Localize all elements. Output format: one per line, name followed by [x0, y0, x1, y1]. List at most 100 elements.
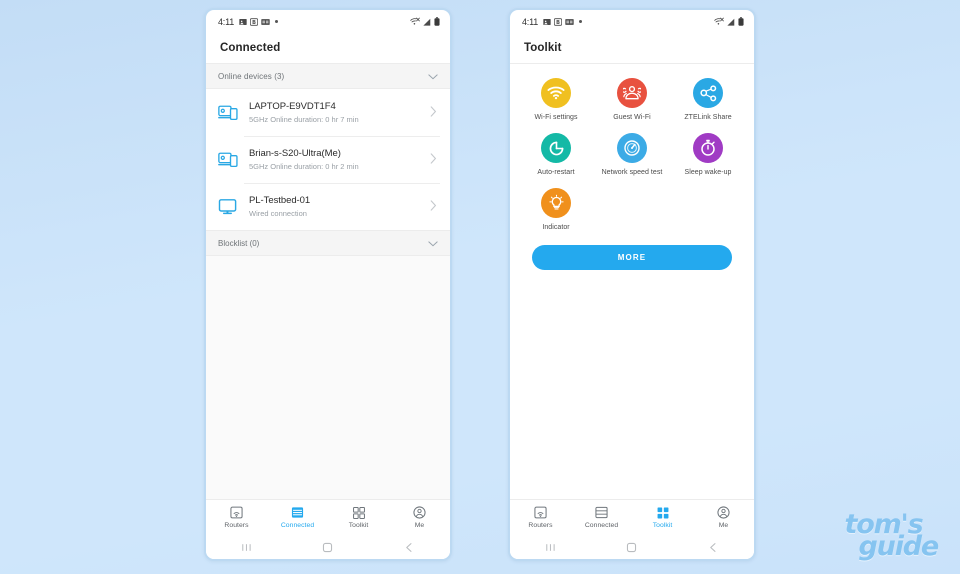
tab-toolkit[interactable]: Toolkit	[632, 506, 693, 529]
grid-icon	[352, 506, 365, 519]
tool-guest-wifi[interactable]: Guest Wi-Fi	[594, 78, 670, 121]
more-dot-icon	[275, 20, 279, 23]
tool-label: Indicator	[542, 224, 570, 231]
phone-connected-screen: 4:11 B Connected Online devices (3) LAPT…	[204, 8, 452, 561]
signal-icon	[423, 18, 431, 26]
tab-me[interactable]: Me	[389, 506, 450, 529]
share-nodes-icon	[693, 78, 723, 108]
device-info: PL-Testbed-01 Wired connection	[249, 194, 426, 220]
b-badge-icon: B	[249, 17, 259, 26]
image-icon	[543, 18, 551, 26]
status-bar-left-icons: B	[239, 17, 279, 26]
tab-connected-label: Connected	[584, 522, 619, 529]
device-name: LAPTOP-E9VDT1F4	[249, 100, 336, 112]
tab-toolkit-label: Toolkit	[652, 522, 673, 529]
status-bar-time: 4:11	[218, 16, 235, 27]
status-bar: 4:11 B	[206, 10, 450, 33]
device-name: PL-Testbed-01	[249, 194, 311, 206]
connected-screen-body: Online devices (3) LAPTOP-E9VDT1F4 5GHz …	[206, 63, 450, 499]
chevron-right-icon[interactable]	[430, 198, 440, 216]
back-icon[interactable]	[369, 542, 450, 553]
list-icon	[291, 506, 304, 519]
tab-connected[interactable]: Connected	[571, 506, 632, 529]
chevron-down-icon[interactable]	[428, 67, 438, 85]
svg-text:B: B	[252, 20, 256, 26]
tool-label: Wi-Fi settings	[534, 114, 578, 121]
toolkit-grid: Wi-Fi settings Guest Wi-Fi ZTELink Share…	[510, 64, 754, 231]
page-title: Connected	[220, 42, 281, 54]
empty-area	[206, 256, 450, 499]
tool-label: Auto-restart	[537, 169, 575, 176]
tool-label: Guest Wi-Fi	[613, 114, 651, 121]
blocklist-label: Blocklist (0)	[218, 238, 260, 248]
tab-routers-label: Routers	[224, 522, 249, 529]
table-row[interactable]: LAPTOP-E9VDT1F4 5GHz Online duration: 0 …	[206, 89, 450, 136]
recents-icon[interactable]	[510, 542, 591, 553]
tool-label: Network speed test	[601, 169, 663, 176]
signal-icon	[727, 18, 735, 26]
tab-me-label: Me	[414, 522, 425, 529]
battery-icon	[738, 17, 744, 26]
chevron-right-icon[interactable]	[430, 104, 440, 122]
table-row[interactable]: PL-Testbed-01 Wired connection	[206, 183, 450, 230]
app-bar: Toolkit	[510, 33, 754, 63]
wifi-icon	[541, 78, 571, 108]
tool-network-speed-test[interactable]: Network speed test	[594, 133, 670, 176]
app-bar: Connected	[206, 33, 450, 63]
router-icon	[534, 506, 547, 519]
cc-badge-icon	[565, 18, 574, 26]
monitor-icon	[218, 198, 240, 215]
chevron-right-icon[interactable]	[430, 151, 440, 169]
more-button[interactable]: MORE	[532, 245, 732, 270]
laptop-phone-icon	[218, 104, 240, 121]
tool-ztelink-share[interactable]: ZTELink Share	[670, 78, 746, 121]
guest-users-icon	[617, 78, 647, 108]
lightbulb-icon	[541, 188, 571, 218]
bottom-tab-bar: Routers Connected Toolkit Me	[206, 499, 450, 535]
tab-routers-label: Routers	[528, 522, 553, 529]
status-bar-left-icons: B	[543, 17, 583, 26]
account-icon	[717, 506, 730, 519]
tab-me[interactable]: Me	[693, 506, 754, 529]
tool-wifi-settings[interactable]: Wi-Fi settings	[518, 78, 594, 121]
device-detail: 5GHz Online duration: 0 hr 7 min	[249, 114, 359, 124]
bottom-tab-bar: Routers Connected Toolkit Me	[510, 499, 754, 535]
grid-icon	[657, 506, 669, 519]
back-icon[interactable]	[673, 542, 754, 553]
tab-connected[interactable]: Connected	[267, 506, 328, 529]
account-icon	[413, 506, 426, 519]
online-devices-section-header[interactable]: Online devices (3)	[206, 63, 450, 89]
router-icon	[230, 506, 243, 519]
device-info: Brian-s-S20-Ultra(Me) 5GHz Online durati…	[249, 147, 426, 173]
android-navigation-bar	[206, 535, 450, 559]
android-navigation-bar	[510, 535, 754, 559]
home-icon[interactable]	[591, 542, 672, 553]
phone-toolkit-screen: 4:11 B Toolkit Wi-Fi settings Guest Wi-F…	[508, 8, 756, 561]
online-devices-label: Online devices (3)	[218, 71, 285, 81]
tab-routers[interactable]: Routers	[206, 506, 267, 529]
device-info: LAPTOP-E9VDT1F4 5GHz Online duration: 0 …	[249, 100, 426, 126]
stopwatch-icon	[693, 133, 723, 163]
tool-auto-restart[interactable]: Auto-restart	[518, 133, 594, 176]
list-icon	[595, 506, 608, 519]
blocklist-section-header[interactable]: Blocklist (0)	[206, 230, 450, 256]
more-button-wrap: MORE	[510, 231, 754, 270]
status-bar-right-icons	[714, 17, 744, 26]
toolkit-screen-body: Wi-Fi settings Guest Wi-Fi ZTELink Share…	[510, 63, 754, 499]
tab-toolkit[interactable]: Toolkit	[328, 506, 389, 529]
tab-routers[interactable]: Routers	[510, 506, 571, 529]
tool-indicator[interactable]: Indicator	[518, 188, 594, 231]
tool-label: ZTELink Share	[684, 114, 732, 121]
tab-me-label: Me	[718, 522, 729, 529]
tab-toolkit-label: Toolkit	[348, 522, 369, 529]
status-bar: 4:11 B	[510, 10, 754, 33]
more-dot-icon	[579, 20, 583, 23]
recents-icon[interactable]	[206, 542, 287, 553]
status-bar-right-icons	[410, 17, 440, 26]
table-row[interactable]: Brian-s-S20-Ultra(Me) 5GHz Online durati…	[206, 136, 450, 183]
device-list: LAPTOP-E9VDT1F4 5GHz Online duration: 0 …	[206, 89, 450, 230]
chevron-down-icon[interactable]	[428, 234, 438, 252]
restart-icon	[541, 133, 571, 163]
tool-sleep-wake-up[interactable]: Sleep wake-up	[670, 133, 746, 176]
home-icon[interactable]	[287, 542, 368, 553]
